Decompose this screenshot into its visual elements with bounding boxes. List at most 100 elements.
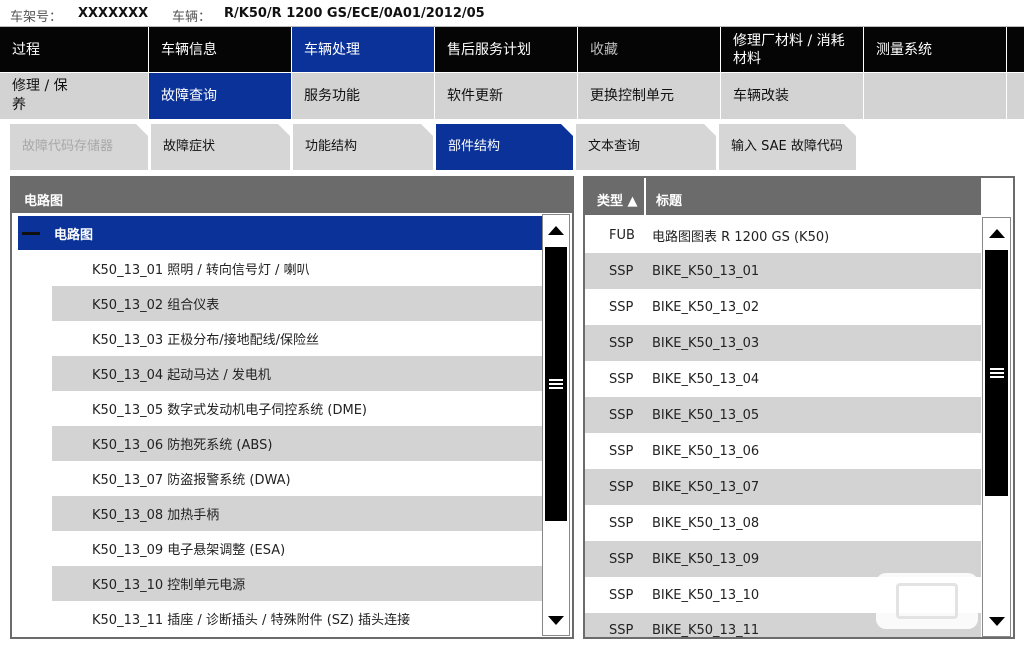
- list-header: 类型 ▲ 标题: [585, 178, 981, 215]
- scroll-up-icon: [548, 225, 564, 235]
- scroll-thumb[interactable]: [545, 247, 567, 521]
- right-scrollbar[interactable]: [982, 217, 1011, 637]
- collapse-icon[interactable]: [22, 231, 40, 235]
- tree-item[interactable]: K50_13_09 电子悬架调整 (ESA): [52, 531, 542, 566]
- scroll-grip-icon: [989, 368, 1004, 378]
- tree-item-label: K50_13_11 插座 / 诊断插头 / 特殊附件 (SZ) 插头连接: [92, 613, 411, 628]
- cell-title: BIKE_K50_13_10: [652, 587, 760, 603]
- tab-favorites[interactable]: 收藏: [578, 27, 720, 72]
- tree-item[interactable]: K50_13_04 起动马达 / 发电机: [52, 356, 542, 391]
- table-row[interactable]: SSP BIKE_K50_13_09: [585, 541, 981, 577]
- cell-title: 电路图图表 R 1200 GS (K50): [652, 229, 830, 245]
- table-row[interactable]: SSP BIKE_K50_13_01: [585, 253, 981, 289]
- subtab-label: 修理 / 保养: [12, 78, 68, 113]
- cell-type: SSP: [609, 299, 634, 315]
- scroll-up-button[interactable]: [983, 218, 1010, 248]
- tab-fault-symptoms[interactable]: 故障症状: [151, 124, 290, 170]
- scroll-up-button[interactable]: [543, 215, 569, 245]
- vehicle-value: R/K50/R 1200 GS/ECE/0A01/2012/05: [224, 6, 485, 21]
- tree-item[interactable]: K50_13_05 数字式发动机电子伺控系统 (DME): [52, 391, 542, 426]
- tab-function-structure[interactable]: 功能结构: [293, 124, 433, 170]
- subtab-vehicle-modification[interactable]: 车辆改装: [721, 73, 863, 119]
- tree-item-label: K50_13_05 数字式发动机电子伺控系统 (DME): [92, 403, 367, 418]
- cell-type: SSP: [609, 587, 634, 603]
- scroll-down-icon: [548, 615, 564, 625]
- tree-item[interactable]: K50_13_08 加热手柄: [52, 496, 542, 531]
- scroll-up-icon: [988, 228, 1005, 238]
- cell-title: BIKE_K50_13_01: [652, 263, 760, 279]
- table-row[interactable]: SSP BIKE_K50_13_08: [585, 505, 981, 541]
- table-row[interactable]: SSP BIKE_K50_13_06: [585, 433, 981, 469]
- tab-process[interactable]: 过程: [0, 27, 148, 72]
- circuit-tree-panel: 电路图 电路图 K50_13_01 照明 / 转向信号灯 / 喇叭 K50_13…: [10, 176, 574, 639]
- tab-component-structure[interactable]: 部件结构: [436, 124, 573, 170]
- table-row[interactable]: SSP BIKE_K50_13_05: [585, 397, 981, 433]
- subtab-replace-control-unit[interactable]: 更换控制单元: [578, 73, 720, 119]
- tab-label: 部件结构: [448, 139, 501, 154]
- tree-item[interactable]: K50_13_11 插座 / 诊断插头 / 特殊附件 (SZ) 插头连接: [52, 601, 542, 636]
- subtab-software-update[interactable]: 软件更新: [435, 73, 577, 119]
- tab-label: 故障症状: [163, 139, 216, 154]
- table-row[interactable]: SSP BIKE_K50_13_07: [585, 469, 981, 505]
- scroll-thumb[interactable]: [985, 250, 1008, 496]
- tree-item[interactable]: K50_13_03 正极分布/接地配线/保险丝: [52, 321, 542, 356]
- cell-type: SSP: [609, 335, 634, 351]
- table-row[interactable]: SSP BIKE_K50_13_03: [585, 325, 981, 361]
- tab-vehicle-treatment[interactable]: 车辆处理: [292, 27, 434, 72]
- subtab-label: 故障查询: [161, 87, 217, 104]
- scroll-down-button[interactable]: [543, 605, 569, 635]
- tab-label: 修理厂材料 / 消耗材料: [733, 32, 845, 67]
- subtab-service-functions[interactable]: 服务功能: [292, 73, 434, 119]
- tree-item[interactable]: K50_13_06 防抱死系统 (ABS): [52, 426, 542, 461]
- tab-workshop-materials[interactable]: 修理厂材料 / 消耗材料: [721, 27, 863, 72]
- tab-enter-sae-code[interactable]: 输入 SAE 故障代码: [719, 124, 856, 170]
- cell-type: SSP: [609, 551, 634, 567]
- cell-title: BIKE_K50_13_11: [652, 623, 760, 637]
- tab-label: 输入 SAE 故障代码: [731, 139, 843, 154]
- tab-label: 测量系统: [876, 41, 932, 58]
- tab-text-search[interactable]: 文本查询: [576, 124, 716, 170]
- cell-title: BIKE_K50_13_04: [652, 371, 760, 387]
- tree-item-label: K50_13_04 起动马达 / 发电机: [92, 368, 271, 383]
- tab-label: 车辆处理: [304, 41, 360, 58]
- table-row[interactable]: SSP BIKE_K50_13_02: [585, 289, 981, 325]
- tree-item[interactable]: K50_13_01 照明 / 转向信号灯 / 喇叭: [52, 251, 542, 286]
- cell-type: SSP: [609, 371, 634, 387]
- tab-label: 过程: [12, 41, 40, 58]
- table-row[interactable]: SSP BIKE_K50_13_04: [585, 361, 981, 397]
- left-scrollbar[interactable]: [542, 214, 570, 636]
- cell-title: BIKE_K50_13_07: [652, 479, 760, 495]
- tree-item-label: K50_13_06 防抱死系统 (ABS): [92, 438, 273, 453]
- panel-title: 电路图: [12, 178, 572, 213]
- tree-item-label: K50_13_09 电子悬架调整 (ESA): [92, 543, 286, 558]
- cell-title: BIKE_K50_13_02: [652, 299, 760, 315]
- cell-type: SSP: [609, 515, 634, 531]
- column-header-type[interactable]: 类型 ▲: [585, 178, 646, 215]
- document-list-panel: 类型 ▲ 标题 FUB 电路图图表 R 1200 GS (K50) SSP BIKE…: [583, 176, 1015, 639]
- cell-title: BIKE_K50_13_09: [652, 551, 760, 567]
- tab-measuring-systems[interactable]: 测量系统: [864, 27, 1006, 72]
- tree-item[interactable]: K50_13_02 组合仪表: [52, 286, 542, 321]
- subtab-label: 服务功能: [304, 87, 360, 104]
- scroll-down-button[interactable]: [983, 606, 1010, 636]
- tab-label: 售后服务计划: [447, 41, 531, 58]
- cell-title: BIKE_K50_13_05: [652, 407, 760, 423]
- tab-label: 文本查询: [588, 139, 641, 154]
- column-header-title[interactable]: 标题: [648, 178, 981, 215]
- subtab-repair-maintenance[interactable]: 修理 / 保养: [0, 73, 148, 119]
- tab-fault-memory[interactable]: 故障代码存储器: [10, 124, 148, 170]
- tab-overflow: [1007, 27, 1024, 72]
- tab-vehicle-info[interactable]: 车辆信息: [149, 27, 291, 72]
- tree-item[interactable]: K50_13_07 防盗报警系统 (DWA): [52, 461, 542, 496]
- watermark-logo: [876, 573, 978, 629]
- tab-service-plan[interactable]: 售后服务计划: [435, 27, 577, 72]
- tree-root-item[interactable]: 电路图: [18, 216, 542, 250]
- tab-label: 功能结构: [305, 139, 358, 154]
- subtab-label: 更换控制单元: [590, 87, 674, 104]
- tree-item[interactable]: K50_13_10 控制单元电源: [52, 566, 542, 601]
- subtab-fault-diagnosis[interactable]: 故障查询: [149, 73, 291, 119]
- table-row[interactable]: FUB 电路图图表 R 1200 GS (K50): [585, 217, 981, 253]
- tree-item-label: K50_13_03 正极分布/接地配线/保险丝: [92, 333, 320, 348]
- subtab-overflow: [1007, 73, 1024, 119]
- vin-value: XXXXXXX: [78, 6, 149, 21]
